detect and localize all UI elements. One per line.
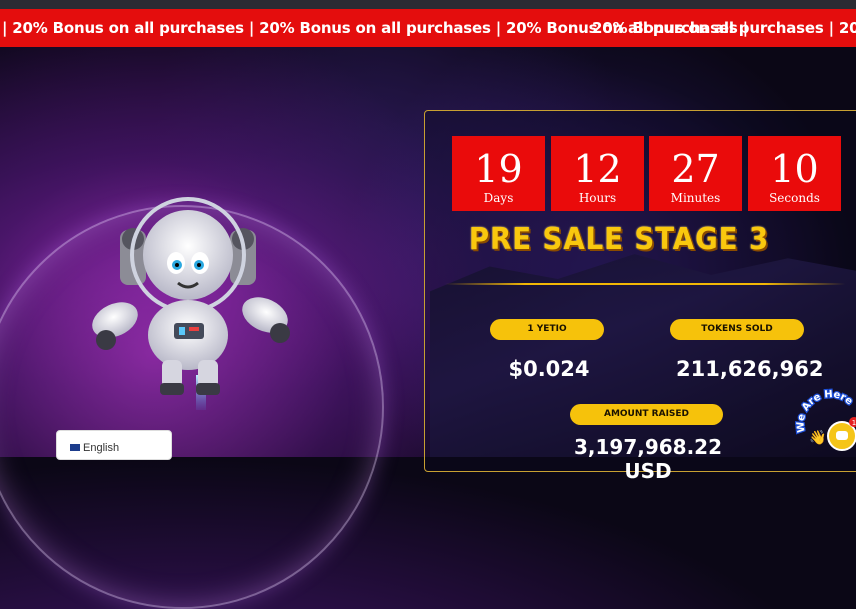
countdown-days: 19 Days [452, 136, 545, 211]
yeti-astronaut-illustration [92, 197, 290, 410]
countdown-value: 12 [573, 147, 622, 191]
countdown-value: 27 [671, 147, 720, 191]
countdown-seconds: 10 Seconds [748, 136, 841, 211]
waving-hand-icon: 👋 [809, 429, 826, 446]
presale-stage-title: PRE SALE STAGE 3 [468, 222, 770, 257]
countdown-hours: 12 Hours [551, 136, 644, 211]
amount-raised-value: 3,197,968.22 USD [573, 435, 723, 483]
notification-count: 1 [852, 419, 856, 427]
language-selector[interactable]: English [56, 430, 172, 460]
token-price-value: $0.024 [508, 357, 590, 381]
price-label-pill: 1 YETIO [490, 319, 604, 340]
countdown-value: 19 [474, 147, 523, 191]
amount-raised-label-pill: AMOUNT RAISED [570, 404, 723, 425]
uk-flag-icon [70, 444, 80, 451]
ticker-text-repeat: 20% Bonus on all purchases | 20% Bonus o [592, 19, 856, 37]
top-strip [0, 0, 856, 9]
chat-widget[interactable]: We Are Here 1 👋 [795, 386, 856, 457]
countdown-label: Minutes [670, 191, 721, 205]
countdown-value: 10 [770, 147, 819, 191]
language-label: English [83, 442, 120, 454]
countdown-label: Days [483, 191, 514, 205]
countdown-label: Hours [578, 191, 617, 205]
tokens-sold-label-pill: TOKENS SOLD [670, 319, 804, 340]
gold-divider [445, 283, 845, 285]
countdown-minutes: 27 Minutes [649, 136, 742, 211]
tokens-sold-value: 211,626,962 [676, 357, 824, 381]
bonus-ticker: | 20% Bonus on all purchases | 20% Bonus… [0, 9, 856, 47]
countdown-label: Seconds [769, 191, 820, 205]
